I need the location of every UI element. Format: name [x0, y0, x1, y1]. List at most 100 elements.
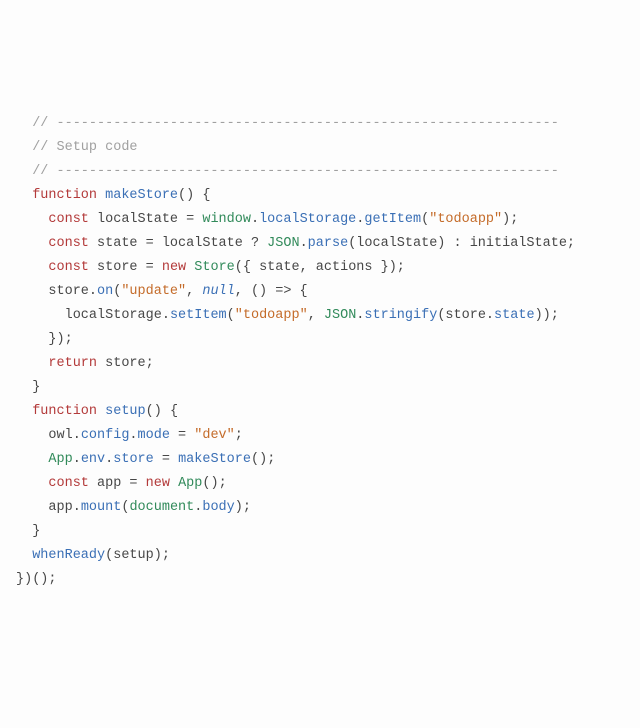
code-token-fn: parse: [308, 236, 349, 251]
code-token-p: (: [421, 212, 429, 227]
code-token-fn: makeStore: [105, 188, 178, 203]
code-token-p: .: [73, 452, 81, 467]
code-token-p: localStorage.: [65, 308, 170, 323]
code-token-sp: [16, 524, 32, 539]
code-token-sp: [16, 236, 48, 251]
code-token-c: // -------------------------------------…: [32, 116, 559, 131]
code-token-st: "dev": [194, 428, 235, 443]
code-token-p: ));: [535, 308, 559, 323]
code-token-p: .: [251, 212, 259, 227]
code-token-sp: [16, 332, 48, 347]
code-token-kw: const: [48, 236, 89, 251]
code-token-sp: [16, 284, 48, 299]
code-token-sp: [16, 356, 48, 371]
code-token-p: localState =: [89, 212, 202, 227]
code-block: // -------------------------------------…: [16, 112, 632, 592]
code-token-p: ,: [186, 284, 202, 299]
code-line: const localState = window.localStorage.g…: [16, 208, 632, 232]
code-token-p: ;: [235, 428, 243, 443]
code-token-p: (localState) : initialState;: [348, 236, 575, 251]
code-token-cl: App: [48, 452, 72, 467]
code-line: return store;: [16, 352, 632, 376]
code-token-sp: [16, 308, 65, 323]
code-token-sp: [16, 188, 32, 203]
code-token-p: });: [48, 332, 72, 347]
code-token-st: "update": [121, 284, 186, 299]
code-token-pr: localStorage: [259, 212, 356, 227]
code-token-fn: setup: [105, 404, 146, 419]
code-token-p: (store.: [437, 308, 494, 323]
code-token-p: (setup);: [105, 548, 170, 563]
code-line: whenReady(setup);: [16, 544, 632, 568]
code-token-p: state = localState ?: [89, 236, 267, 251]
code-line: function makeStore() {: [16, 184, 632, 208]
code-token-st: "todoapp": [429, 212, 502, 227]
code-token-sp: [16, 404, 32, 419]
code-token-pr: mode: [138, 428, 170, 443]
code-token-sp: [16, 428, 48, 443]
code-token-p: , () => {: [235, 284, 308, 299]
code-line: // -------------------------------------…: [16, 160, 632, 184]
code-line: }: [16, 376, 632, 400]
code-token-pr: state: [494, 308, 535, 323]
code-token-kw: new: [146, 476, 170, 491]
code-token-p: ();: [202, 476, 226, 491]
code-token-cl: document: [129, 500, 194, 515]
code-token-cl: window: [202, 212, 251, 227]
code-token-fn: setItem: [170, 308, 227, 323]
code-token-p: (: [227, 308, 235, 323]
code-line: const state = localState ? JSON.parse(lo…: [16, 232, 632, 256]
code-token-fn: whenReady: [32, 548, 105, 563]
code-token-kw: return: [48, 356, 97, 371]
code-token-fn: makeStore: [178, 452, 251, 467]
code-token-p: owl.: [48, 428, 80, 443]
code-line: const store = new Store({ state, actions…: [16, 256, 632, 280]
code-line: function setup() {: [16, 400, 632, 424]
code-token-cl: JSON: [267, 236, 299, 251]
code-token-p: =: [154, 452, 178, 467]
code-token-sp: [16, 164, 32, 179]
code-token-fn: mount: [81, 500, 122, 515]
code-line: }: [16, 520, 632, 544]
code-token-pr: body: [202, 500, 234, 515]
code-token-sp: [16, 260, 48, 275]
code-token-p: () {: [178, 188, 210, 203]
code-token-p: .: [129, 428, 137, 443]
code-token-sp: [16, 500, 48, 515]
code-line: const app = new App();: [16, 472, 632, 496]
code-token-fn: on: [97, 284, 113, 299]
code-token-sp: [16, 140, 32, 155]
code-token-p: .: [300, 236, 308, 251]
code-token-sp: [16, 212, 48, 227]
code-token-p: ({ state, actions });: [235, 260, 405, 275]
code-token-c: // Setup code: [32, 140, 137, 155]
code-token-cl: App: [178, 476, 202, 491]
code-line: })();: [16, 568, 632, 592]
code-token-cl: Store: [194, 260, 235, 275]
code-token-kw: const: [48, 260, 89, 275]
code-token-p: ();: [251, 452, 275, 467]
code-token-sp: [16, 452, 48, 467]
code-token-sp: [16, 476, 48, 491]
code-token-kw: const: [48, 476, 89, 491]
code-token-kw: const: [48, 212, 89, 227]
code-token-p: app.: [48, 500, 80, 515]
code-token-p: store.: [48, 284, 97, 299]
code-token-pr: env: [81, 452, 105, 467]
code-token-p: [97, 188, 105, 203]
code-token-kw: function: [32, 404, 97, 419]
code-token-kw: new: [162, 260, 186, 275]
code-line: app.mount(document.body);: [16, 496, 632, 520]
code-token-p: }: [32, 524, 40, 539]
code-line: App.env.store = makeStore();: [16, 448, 632, 472]
code-token-pr: store: [113, 452, 154, 467]
code-line: owl.config.mode = "dev";: [16, 424, 632, 448]
code-token-sp: [16, 548, 32, 563]
code-token-p: [97, 404, 105, 419]
code-line: // -------------------------------------…: [16, 112, 632, 136]
code-token-p: [170, 476, 178, 491]
code-line: localStorage.setItem("todoapp", JSON.str…: [16, 304, 632, 328]
code-token-p: );: [502, 212, 518, 227]
code-token-sp: [16, 380, 32, 395]
code-token-p: () {: [146, 404, 178, 419]
